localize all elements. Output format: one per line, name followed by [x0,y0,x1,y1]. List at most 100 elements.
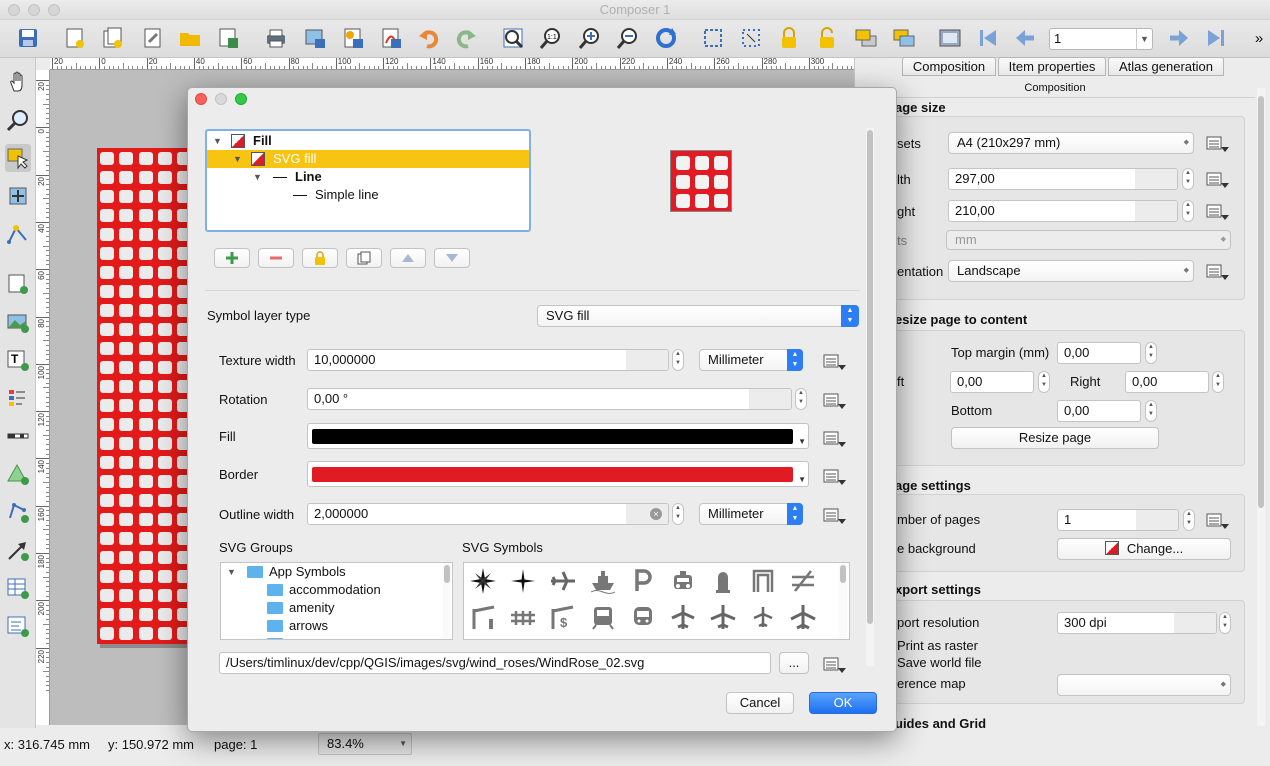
presets-combo[interactable]: A4 (210x297 mm) ◆ [948,132,1194,154]
data-defined-icon[interactable] [1205,170,1231,190]
next-feature-icon[interactable] [1165,25,1191,51]
bus-icon[interactable] [626,601,660,633]
tree-row-svg-fill[interactable]: ▼ SVG fill [207,150,529,168]
chevron-down-icon[interactable]: ▼ [399,734,407,754]
compass-star-icon[interactable] [466,565,500,597]
first-feature-icon[interactable] [975,25,1001,51]
data-defined-icon[interactable] [822,655,848,675]
zoom-in-icon[interactable] [577,25,603,51]
undo-icon[interactable] [416,25,442,51]
browse-svg-button[interactable]: ... [779,652,809,674]
outline-unit-combo[interactable]: Millimeter ▲ ▼ [699,503,803,525]
unlock-icon[interactable] [814,25,840,51]
export-pdf-icon[interactable] [378,25,404,51]
print-icon[interactable] [263,25,289,51]
add-image-icon[interactable] [5,308,31,336]
rotation-stepper[interactable]: ▲ ▼ [795,388,807,410]
bollard-icon[interactable] [706,565,740,597]
refresh-icon[interactable] [653,25,679,51]
move-content-icon[interactable] [5,182,31,210]
group-amenity[interactable]: amenity [221,599,441,617]
add-arrow-icon[interactable] [5,536,31,564]
taxi-icon[interactable] [666,565,700,597]
cancel-button[interactable]: Cancel [726,692,794,714]
airplane-icon[interactable] [546,565,580,597]
outline-width-stepper[interactable]: ▲ ▼ [672,503,684,525]
save-world-file-checkbox[interactable]: Save world file [897,655,982,670]
add-layer-button[interactable] [214,248,250,268]
dialog-zoom-button[interactable] [235,93,247,105]
composer-manager-icon[interactable] [140,25,166,51]
number-of-pages-input[interactable]: 1 [1057,509,1179,531]
data-defined-icon[interactable] [1205,511,1231,531]
level-crossing-icon[interactable] [786,565,820,597]
helipad-plane-icon[interactable] [786,601,820,633]
airport-icon[interactable] [666,601,700,633]
zoom-level-combo[interactable]: 83.4% ▼ [318,733,412,755]
airfield-icon[interactable] [706,601,740,633]
group-app-symbols[interactable]: ▼ App Symbols [221,563,441,581]
svg-groups-tree[interactable]: ▼ App Symbols accommodation amenity arrow… [220,562,453,640]
minimize-window-button[interactable] [28,4,40,16]
add-map-icon[interactable] [5,270,31,298]
add-label-icon[interactable]: T [5,346,31,374]
export-image-icon[interactable] [302,25,328,51]
pan-icon[interactable] [5,68,31,96]
symbol-layers-tree[interactable]: ▼ Fill ▼ SVG fill ▼ Line Simple line [205,129,531,232]
add-shape-icon[interactable] [5,460,31,488]
export-resolution-stepper[interactable]: ▲ ▼ [1219,612,1231,634]
tab-item-properties[interactable]: Item properties [998,57,1106,76]
svg-path-input[interactable]: /Users/timlinux/dev/cpp/QGIS/images/svg/… [219,652,771,674]
add-legend-icon[interactable] [5,384,31,412]
tree-row-fill[interactable]: ▼ Fill [207,132,529,150]
change-background-button[interactable]: Change... [1057,538,1231,560]
add-attribute-table-icon[interactable] [5,574,31,602]
data-defined-icon[interactable] [1205,134,1231,154]
dialog-scroll-thumb[interactable] [867,130,873,624]
symbols-scrollbar[interactable] [839,563,847,639]
bridge-icon[interactable] [506,601,540,633]
disclosure-triangle-icon[interactable]: ▼ [213,132,222,150]
symbols-scroll-thumb[interactable] [840,565,846,583]
save-template-icon[interactable] [216,25,242,51]
dialog-minimize-button[interactable] [215,93,227,105]
border-color-button[interactable]: ▼ [307,461,809,487]
deselect-icon[interactable] [738,25,764,51]
move-layer-down-button[interactable] [434,248,470,268]
north-star-icon[interactable] [506,565,540,597]
move-layer-up-button[interactable] [390,248,426,268]
last-feature-icon[interactable] [1203,25,1229,51]
data-defined-icon[interactable] [1205,262,1231,282]
orientation-combo[interactable]: Landscape ◆ [948,260,1194,282]
data-defined-icon[interactable] [822,467,848,487]
symbol-layer-type-combo[interactable]: SVG fill ▲ ▼ [537,305,859,327]
height-stepper[interactable]: ▲ ▼ [1182,200,1194,222]
number-of-pages-stepper[interactable]: ▲ ▼ [1183,509,1195,531]
zoom-out-icon[interactable] [615,25,641,51]
data-defined-icon[interactable] [822,506,848,526]
select-tool-icon[interactable] [5,144,31,172]
height-input[interactable]: 210,00 [948,200,1178,222]
data-defined-icon[interactable] [822,429,848,449]
width-input[interactable]: 297,00 [948,168,1178,190]
remove-layer-button[interactable] [258,248,294,268]
feature-page-selector[interactable]: 1 ▼ [1049,28,1153,50]
zoom-window-button[interactable] [48,4,60,16]
zoom-full-icon[interactable] [500,25,526,51]
select-all-icon[interactable] [700,25,726,51]
barrier-icon[interactable] [466,601,500,633]
dialog-scrollbar[interactable] [866,128,874,666]
right-margin-input[interactable]: 0,00 [1125,371,1209,393]
panel-scroll-thumb[interactable] [1258,96,1264,508]
tree-row-simple-line[interactable]: Simple line [207,186,529,204]
new-composer-icon[interactable] [62,25,88,51]
duplicate-composer-icon[interactable] [100,25,126,51]
resize-page-button[interactable]: Resize page [951,427,1159,449]
open-template-icon[interactable] [177,25,203,51]
train-icon[interactable] [586,601,620,633]
svg-symbols-grid[interactable]: $ [463,562,850,640]
texture-width-stepper[interactable]: ▲ ▼ [672,349,684,371]
lower-icon[interactable] [891,25,917,51]
fill-color-button[interactable]: ▼ [307,423,809,449]
right-margin-stepper[interactable]: ▲ ▼ [1212,371,1224,393]
